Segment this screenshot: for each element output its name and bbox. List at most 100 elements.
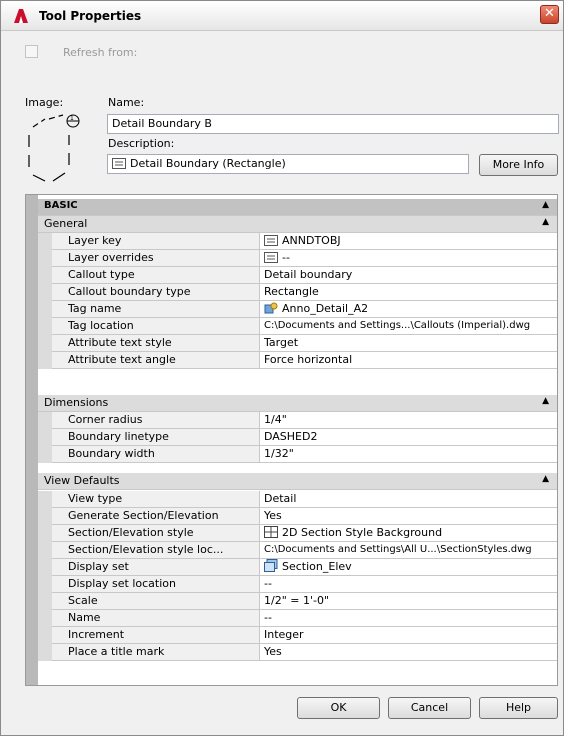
detail-boundary-preview-icon: 1 (28, 114, 80, 182)
category-label: General (44, 217, 88, 230)
refresh-from-checkbox[interactable] (25, 45, 38, 58)
window-title: Tool Properties (39, 9, 142, 23)
property-value[interactable]: Detail (260, 491, 557, 507)
property-name: Display set (52, 559, 260, 575)
property-row[interactable]: Corner radius 1/4" (38, 412, 557, 429)
property-row[interactable]: Name -- (38, 610, 557, 627)
properties-grid: BASIC ▲ General ▲ Layer key ANNDTOBJ Lay… (25, 194, 558, 686)
property-name: View type (52, 491, 260, 507)
property-value[interactable]: 1/32" (260, 446, 557, 462)
property-row[interactable]: Scale 1/2" = 1'-0" (38, 593, 557, 610)
property-name: Name (52, 610, 260, 626)
property-name: Tag location (52, 318, 260, 334)
property-value[interactable]: ANNDTOBJ (260, 233, 557, 249)
property-value[interactable]: Yes (260, 644, 557, 660)
property-name: Callout type (52, 267, 260, 283)
property-row[interactable]: Layer overrides -- (38, 250, 557, 267)
collapse-icon[interactable]: ▲ (542, 217, 549, 227)
property-value[interactable]: Integer (260, 627, 557, 643)
property-name: Display set location (52, 576, 260, 592)
description-field[interactable]: Detail Boundary (Rectangle) (107, 154, 469, 174)
category-label: View Defaults (44, 474, 120, 487)
property-value[interactable]: Section_Elev (260, 559, 557, 575)
property-value[interactable]: DASHED2 (260, 429, 557, 445)
text-icon (264, 235, 278, 246)
display-set-icon (264, 559, 278, 572)
property-value[interactable]: 1/4" (260, 412, 557, 428)
property-value[interactable]: 2D Section Style Background (260, 525, 557, 541)
property-value[interactable]: -- (260, 610, 557, 626)
collapse-icon[interactable]: ▲ (542, 200, 549, 210)
property-name: Layer overrides (52, 250, 260, 266)
property-row[interactable]: Display set location -- (38, 576, 557, 593)
category-label: Dimensions (44, 396, 109, 409)
property-name: Increment (52, 627, 260, 643)
property-row[interactable]: Layer key ANNDTOBJ (38, 233, 557, 250)
property-name: Place a title mark (52, 644, 260, 660)
property-row[interactable]: Place a title mark Yes (38, 644, 557, 661)
title-bar: Tool Properties ✕ (1, 1, 563, 31)
block-icon (264, 302, 278, 314)
collapse-icon[interactable]: ▲ (542, 474, 549, 484)
property-row[interactable]: Section/Elevation style 2D Section Style… (38, 525, 557, 542)
property-row[interactable]: Tag name Anno_Detail_A2 (38, 301, 557, 318)
close-button[interactable]: ✕ (540, 5, 559, 24)
grid-gutter (26, 195, 38, 685)
category-dimensions[interactable]: Dimensions ▲ (38, 395, 557, 412)
property-value[interactable]: Yes (260, 508, 557, 524)
property-name: Scale (52, 593, 260, 609)
description-value: Detail Boundary (Rectangle) (130, 157, 286, 170)
property-row[interactable]: Tag location C:\Documents and Settings..… (38, 318, 557, 335)
property-value[interactable]: -- (260, 250, 557, 266)
description-label: Description: (108, 137, 175, 150)
property-row[interactable]: Display set Section_Elev (38, 559, 557, 576)
property-name: Tag name (52, 301, 260, 317)
property-row[interactable]: Generate Section/Elevation Yes (38, 508, 557, 525)
collapse-icon[interactable]: ▲ (542, 396, 549, 406)
basic-section-header[interactable]: BASIC ▲ (38, 199, 557, 216)
autocad-app-icon (14, 9, 28, 23)
basic-label: BASIC (44, 200, 78, 211)
name-field[interactable]: Detail Boundary B (107, 114, 559, 134)
property-row[interactable]: Callout type Detail boundary (38, 267, 557, 284)
property-name: Layer key (52, 233, 260, 249)
property-row[interactable]: Attribute text style Target (38, 335, 557, 352)
property-name: Corner radius (52, 412, 260, 428)
property-name: Boundary width (52, 446, 260, 462)
property-value[interactable]: Anno_Detail_A2 (260, 301, 557, 317)
grid-icon (264, 526, 278, 538)
cancel-button[interactable]: Cancel (388, 697, 471, 719)
tool-properties-dialog: Tool Properties ✕ Refresh from: Image: N… (0, 0, 564, 736)
property-row[interactable]: Callout boundary type Rectangle (38, 284, 557, 301)
image-label: Image: (25, 96, 64, 109)
property-row[interactable]: Boundary width 1/32" (38, 446, 557, 463)
ok-button[interactable]: OK (297, 697, 380, 719)
property-name: Boundary linetype (52, 429, 260, 445)
property-row[interactable]: Increment Integer (38, 627, 557, 644)
text-icon (264, 252, 278, 263)
more-info-button[interactable]: More Info (479, 154, 558, 176)
name-label: Name: (108, 96, 145, 109)
property-value[interactable]: C:\Documents and Settings\All U...\Secti… (260, 542, 557, 558)
property-row[interactable]: Attribute text angle Force horizontal (38, 352, 557, 369)
property-name: Section/Elevation style (52, 525, 260, 541)
property-row[interactable]: Boundary linetype DASHED2 (38, 429, 557, 446)
property-value[interactable]: Rectangle (260, 284, 557, 300)
property-value[interactable]: -- (260, 576, 557, 592)
svg-text:1: 1 (70, 115, 74, 122)
property-value[interactable]: Detail boundary (260, 267, 557, 283)
property-name: Callout boundary type (52, 284, 260, 300)
refresh-from-label: Refresh from: (63, 46, 138, 59)
property-name: Attribute text angle (52, 352, 260, 368)
property-row[interactable]: View type Detail (38, 491, 557, 508)
category-view-defaults[interactable]: View Defaults ▲ (38, 473, 557, 490)
property-value[interactable]: Force horizontal (260, 352, 557, 368)
property-name: Section/Elevation style loc... (52, 542, 260, 558)
property-value[interactable]: 1/2" = 1'-0" (260, 593, 557, 609)
category-general[interactable]: General ▲ (38, 216, 557, 233)
property-value[interactable]: C:\Documents and Settings...\Callouts (I… (260, 318, 557, 334)
property-name: Generate Section/Elevation (52, 508, 260, 524)
property-value[interactable]: Target (260, 335, 557, 351)
property-row[interactable]: Section/Elevation style loc... C:\Docume… (38, 542, 557, 559)
help-button[interactable]: Help (479, 697, 558, 719)
